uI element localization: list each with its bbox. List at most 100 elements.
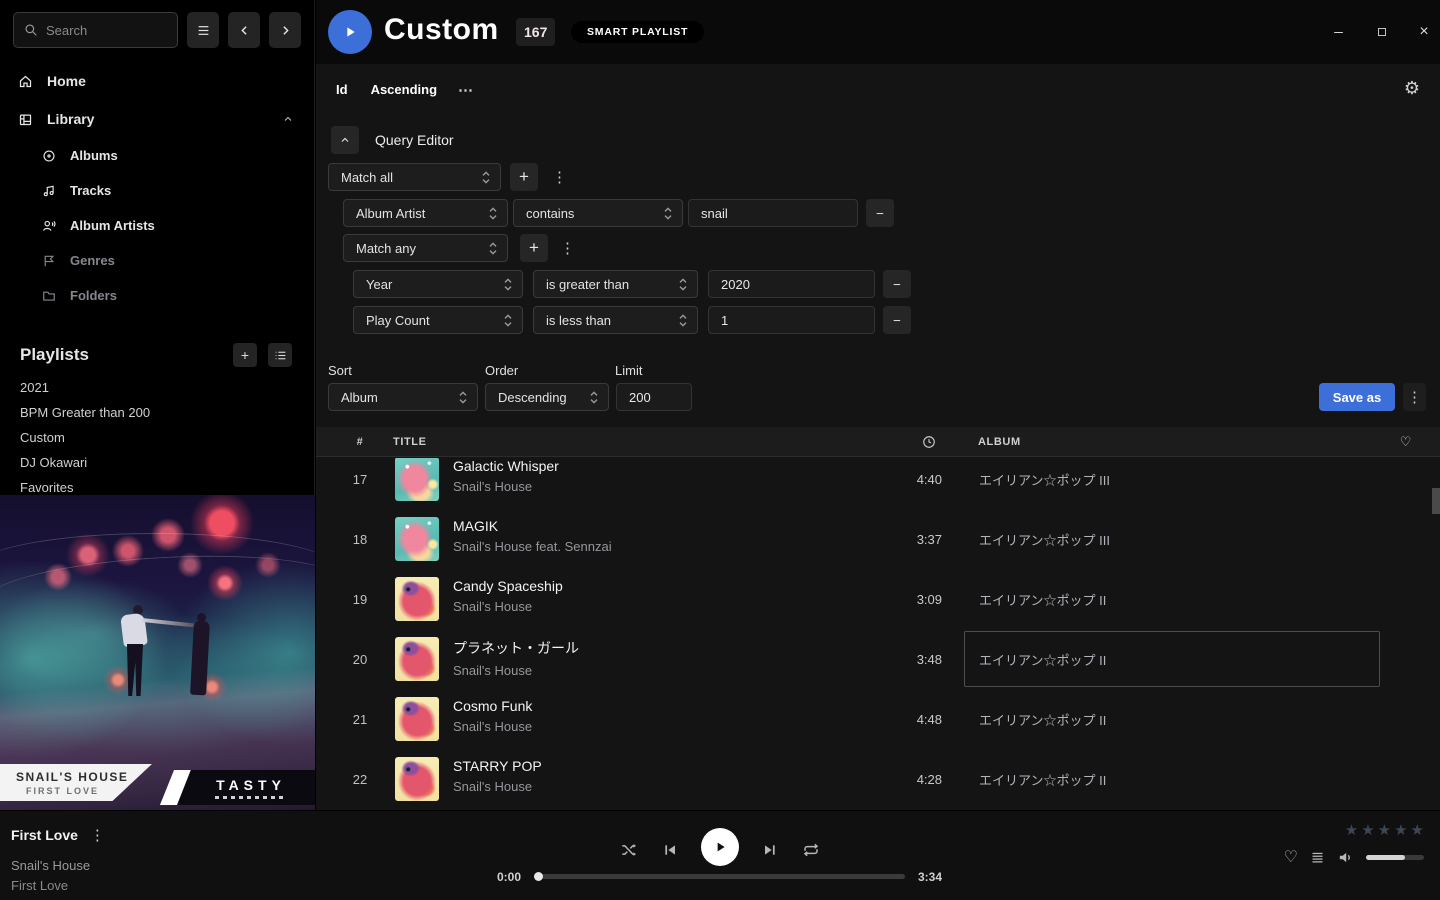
shuffle-button[interactable]: [619, 840, 639, 860]
sidebar-item-library[interactable]: Library: [0, 100, 314, 138]
sidebar-item-home[interactable]: Home: [0, 62, 314, 100]
track-artist[interactable]: Snail's House: [453, 663, 840, 678]
remove-rule-button[interactable]: −: [866, 199, 894, 227]
save-options-menu-button[interactable]: ⋮: [1403, 383, 1426, 411]
star-icon[interactable]: ★: [1411, 823, 1424, 838]
track-title[interactable]: Candy Spaceship: [453, 578, 840, 594]
window-minimize-button[interactable]: [1324, 20, 1352, 44]
rule-operator-select[interactable]: is greater than: [533, 270, 698, 298]
add-playlist-button[interactable]: +: [233, 343, 257, 367]
track-album-focused-cell[interactable]: エイリアン☆ポップ II: [964, 631, 1380, 687]
rule-group-menu-button[interactable]: ⋮: [552, 170, 567, 185]
track-title[interactable]: STARRY POP: [453, 758, 840, 774]
sidebar-item-album-artists[interactable]: Album Artists: [0, 208, 314, 243]
track-artist[interactable]: Snail's House feat. Sennzai: [453, 539, 840, 554]
column-header-title[interactable]: TITLE: [393, 427, 427, 457]
play-pause-button[interactable]: [701, 828, 739, 866]
star-icon[interactable]: ★: [1394, 823, 1407, 838]
playlist-item[interactable]: DJ Okawari: [0, 450, 314, 475]
volume-button[interactable]: [1337, 849, 1354, 866]
sort-order-button[interactable]: Ascending: [371, 82, 437, 97]
rule-value-input[interactable]: [708, 306, 875, 334]
table-row[interactable]: 21 Cosmo FunkSnail's House 4:48 エイリアン☆ポッ…: [316, 689, 1440, 749]
favorite-column-header[interactable]: ♡: [1400, 427, 1412, 457]
menu-button[interactable]: [187, 12, 219, 48]
track-artist[interactable]: Snail's House: [453, 719, 840, 734]
track-title[interactable]: Cosmo Funk: [453, 698, 840, 714]
sidebar-item-genres[interactable]: Genres: [0, 243, 314, 278]
sidebar-item-folders[interactable]: Folders: [0, 278, 314, 313]
queue-button[interactable]: [1310, 850, 1325, 865]
next-track-button[interactable]: [760, 840, 780, 860]
track-title[interactable]: Galactic Whisper: [453, 458, 840, 474]
table-row[interactable]: 22 STARRY POPSnail's House 4:28 エイリアン☆ポッ…: [316, 749, 1440, 809]
table-row[interactable]: 19 Candy SpaceshipSnail's House 3:09 エイリ…: [316, 569, 1440, 629]
collapse-query-editor-button[interactable]: [331, 126, 359, 154]
rule-operator-select[interactable]: is less than: [533, 306, 698, 334]
track-artist[interactable]: Snail's House: [453, 479, 840, 494]
playlist-item[interactable]: 2021: [0, 375, 314, 400]
now-playing-album[interactable]: First Love: [11, 878, 68, 893]
seek-handle[interactable]: [534, 872, 543, 881]
search-input[interactable]: [46, 23, 167, 38]
group-match-select[interactable]: Match any: [343, 234, 508, 262]
star-icon[interactable]: ★: [1378, 823, 1391, 838]
table-row[interactable]: 20 プラネット・ガールSnail's House 3:48 エイリアン☆ポップ…: [316, 629, 1440, 689]
now-playing-cover-art[interactable]: SNAIL'S HOUSE FIRST LOVE TASTY: [0, 495, 315, 810]
play-playlist-button[interactable]: [328, 10, 372, 54]
remove-rule-button[interactable]: −: [883, 306, 911, 334]
nav-forward-button[interactable]: [269, 12, 301, 48]
column-header-album[interactable]: ALBUM: [978, 427, 1021, 457]
track-title[interactable]: MAGIK: [453, 518, 840, 534]
window-maximize-button[interactable]: [1368, 20, 1396, 44]
order-select[interactable]: Descending: [485, 383, 609, 411]
playlist-list-view-button[interactable]: [268, 343, 292, 367]
add-rule-button[interactable]: +: [510, 163, 538, 191]
volume-slider[interactable]: [1366, 855, 1424, 860]
rule-field-select[interactable]: Year: [353, 270, 523, 298]
track-duration: 4:48: [862, 689, 942, 749]
duration-column-header[interactable]: [922, 427, 936, 457]
seek-bar[interactable]: [535, 874, 905, 879]
table-row[interactable]: 17 Galactic WhisperSnail's House 4:40 エイ…: [316, 458, 1440, 509]
track-title[interactable]: プラネット・ガール: [453, 638, 840, 658]
settings-gear-icon[interactable]: ⚙: [1404, 79, 1420, 97]
sort-select[interactable]: Album: [328, 383, 478, 411]
remove-rule-button[interactable]: −: [883, 270, 911, 298]
nav-back-button[interactable]: [228, 12, 260, 48]
table-row[interactable]: 18 MAGIKSnail's House feat. Sennzai 3:37…: [316, 509, 1440, 569]
chevron-up-icon[interactable]: [282, 113, 294, 125]
track-album[interactable]: エイリアン☆ポップ III: [964, 458, 1380, 507]
previous-track-button[interactable]: [660, 840, 680, 860]
track-album[interactable]: エイリアン☆ポップ II: [964, 691, 1380, 747]
star-icon[interactable]: ★: [1361, 823, 1374, 838]
repeat-button[interactable]: [801, 840, 821, 860]
rule-field-select[interactable]: Play Count: [353, 306, 523, 334]
column-header-index[interactable]: #: [336, 427, 384, 457]
root-match-select[interactable]: Match all: [328, 163, 501, 191]
playlist-item[interactable]: BPM Greater than 200: [0, 400, 314, 425]
track-artist[interactable]: Snail's House: [453, 599, 840, 614]
search-box[interactable]: [13, 12, 178, 48]
window-close-button[interactable]: ×: [1410, 20, 1438, 44]
scrollbar-thumb[interactable]: [1432, 488, 1440, 514]
track-album[interactable]: エイリアン☆ポップ III: [964, 511, 1380, 567]
limit-input[interactable]: [616, 383, 692, 411]
add-rule-button[interactable]: +: [520, 234, 548, 262]
sort-field-button[interactable]: Id: [336, 82, 348, 97]
track-artist[interactable]: Snail's House: [453, 779, 840, 794]
track-album[interactable]: エイリアン☆ポップ II: [964, 571, 1380, 627]
favorite-button[interactable]: ♡: [1284, 850, 1298, 866]
rule-value-input[interactable]: [688, 199, 858, 227]
save-as-button[interactable]: Save as: [1319, 383, 1395, 411]
playlist-item[interactable]: Custom: [0, 425, 314, 450]
rule-group-menu-button[interactable]: ⋮: [560, 241, 575, 256]
star-icon[interactable]: ★: [1345, 823, 1358, 838]
sidebar-item-albums[interactable]: Albums: [0, 138, 314, 173]
rule-value-input[interactable]: [708, 270, 875, 298]
more-options-button[interactable]: ⋯: [458, 81, 474, 99]
rule-field-select[interactable]: Album Artist: [343, 199, 508, 227]
track-album[interactable]: エイリアン☆ポップ II: [964, 751, 1380, 807]
rule-operator-select[interactable]: contains: [513, 199, 683, 227]
sidebar-item-tracks[interactable]: Tracks: [0, 173, 314, 208]
